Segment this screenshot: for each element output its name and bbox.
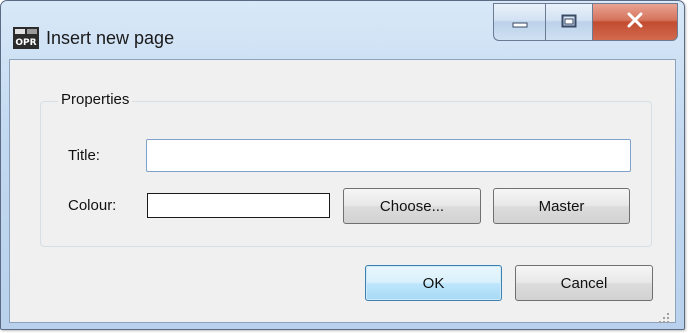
app-icon: OPR [13,27,39,49]
maximize-button[interactable] [545,3,592,41]
title-input[interactable] [146,139,631,172]
colour-swatch[interactable] [147,193,330,218]
cancel-button[interactable]: Cancel [515,265,653,301]
title-bar[interactable]: OPR Insert new page [1,1,684,59]
ok-button[interactable]: OK [365,265,502,301]
svg-text:OPR: OPR [15,38,36,48]
minimize-icon [512,13,528,32]
resize-grip-icon[interactable] [658,309,670,323]
master-button[interactable]: Master [493,188,630,224]
close-icon [626,12,644,32]
colour-label: Colour: [68,197,117,214]
maximize-icon [561,13,577,32]
minimize-button[interactable] [493,3,545,41]
window-title: Insert new page [46,28,175,48]
caption-buttons [493,3,678,41]
properties-group-label: Properties [58,91,133,108]
close-button[interactable] [592,3,678,41]
choose-button[interactable]: Choose... [343,188,481,224]
properties-group [40,101,652,247]
title-label: Title: [68,147,100,164]
